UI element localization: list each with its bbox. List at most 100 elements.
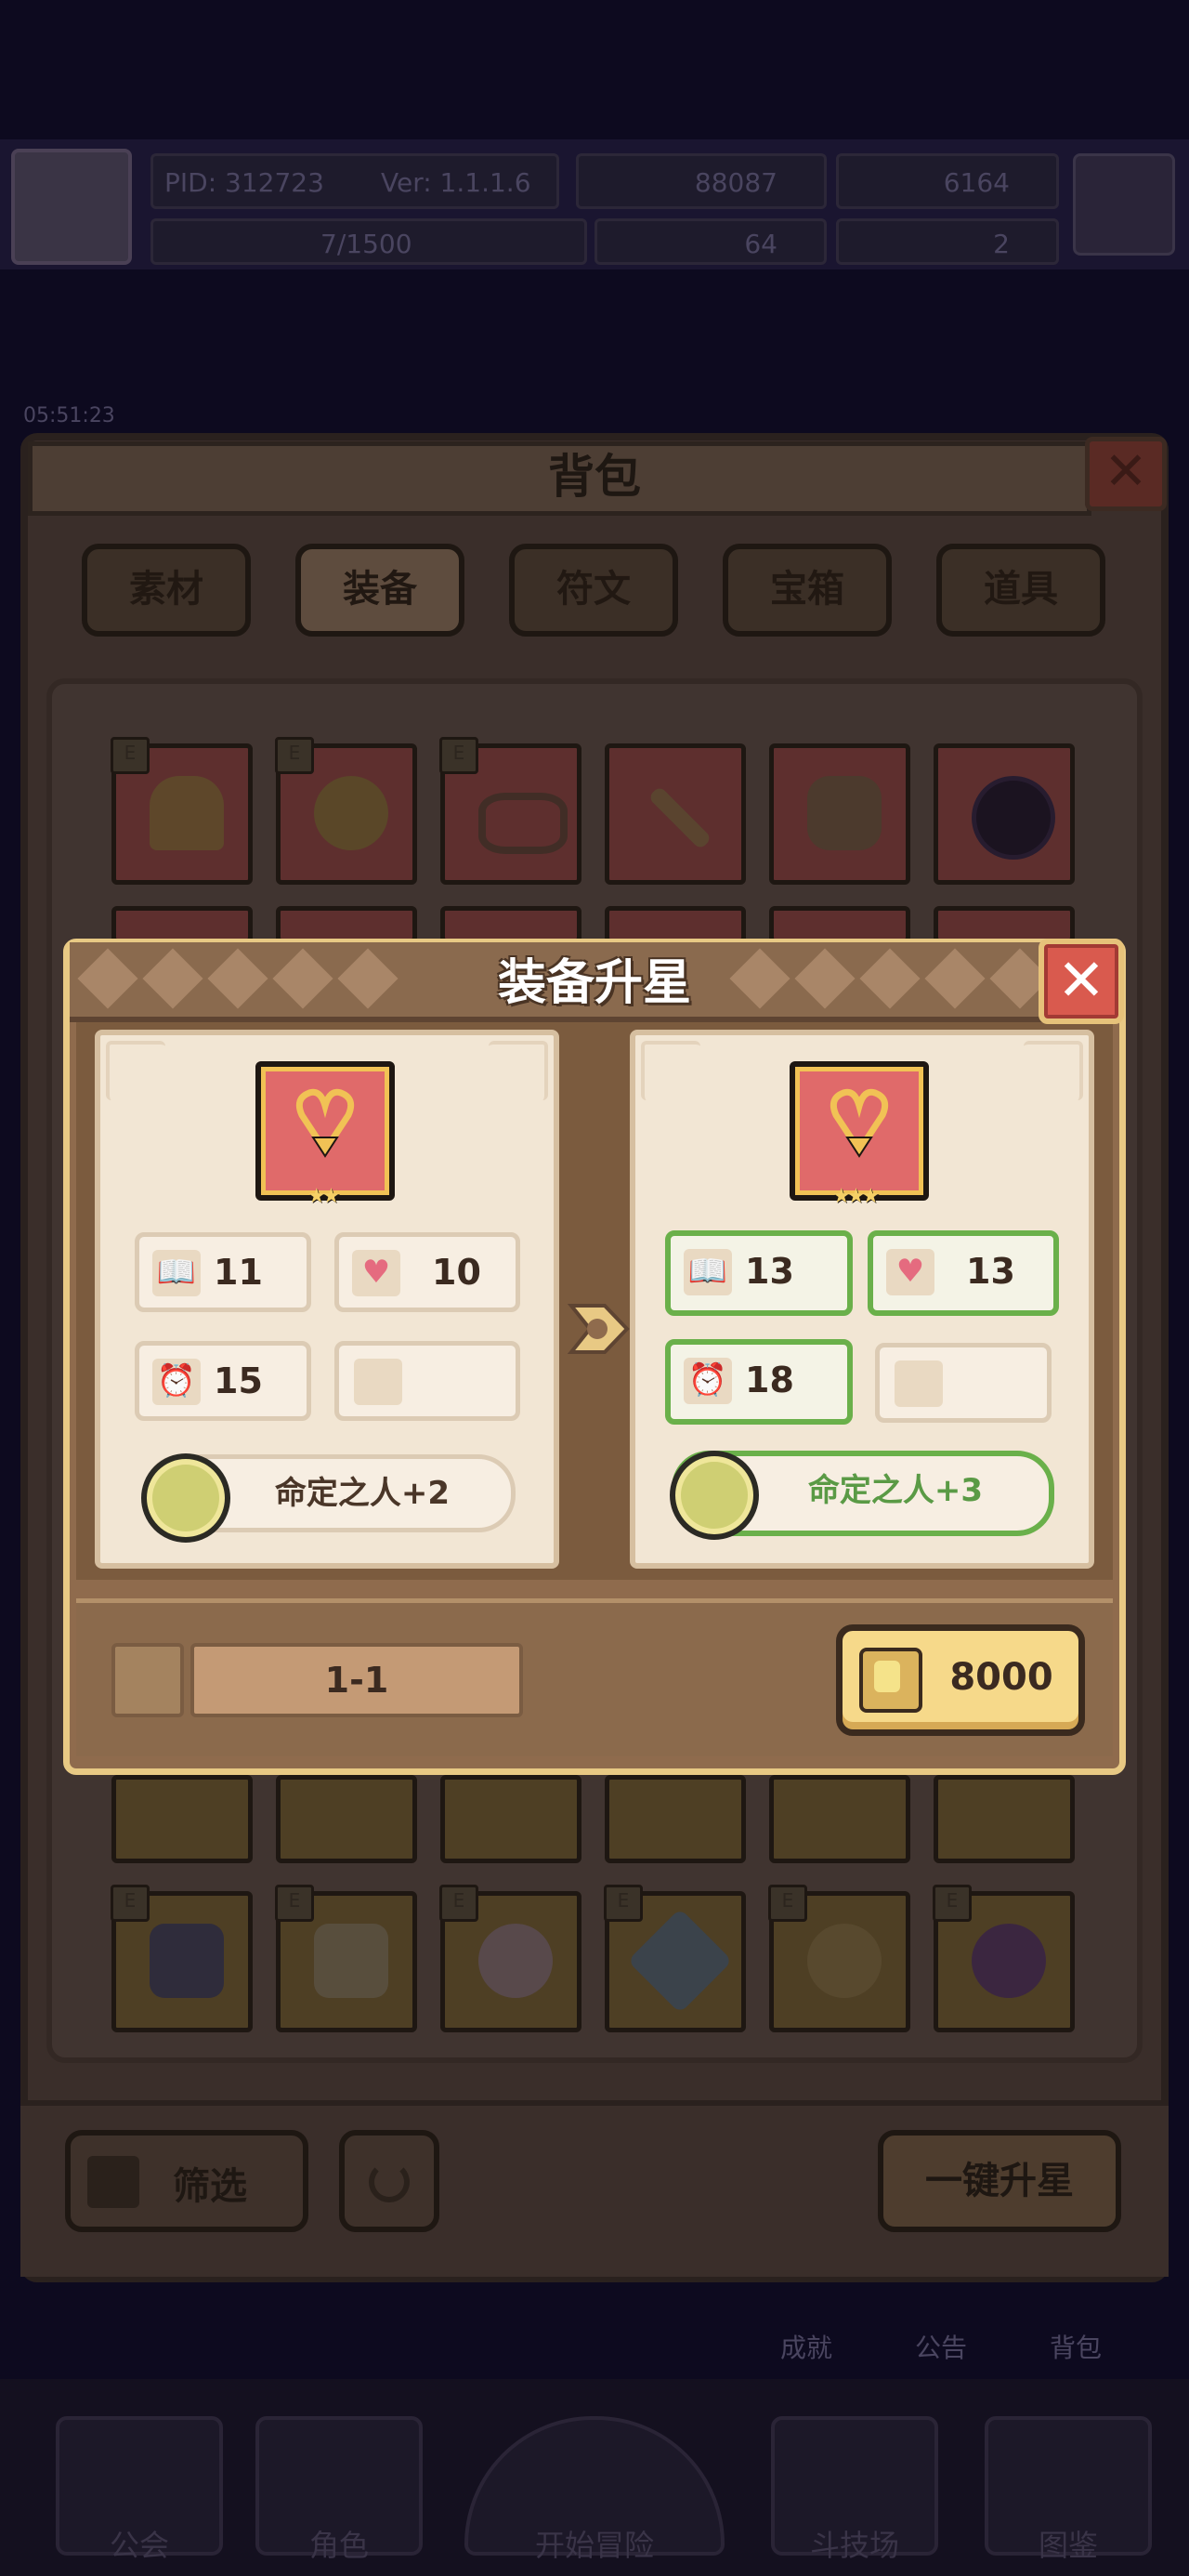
stat-value: 15 <box>214 1360 263 1401</box>
stat-value: 11 <box>214 1252 263 1293</box>
inventory-slot[interactable] <box>934 1775 1075 1863</box>
inventory-slot[interactable]: E <box>933 1885 1075 2032</box>
upgrade-arrow-icon <box>567 1304 630 1354</box>
heart-icon: ♥ <box>886 1249 934 1295</box>
heart-icon: ♥ <box>352 1250 400 1296</box>
inventory-slot[interactable] <box>934 906 1075 943</box>
equip-tag-icon: E <box>933 1885 972 1922</box>
inventory-slot[interactable] <box>276 1775 417 1863</box>
nav-codex[interactable]: 图鉴 <box>985 2416 1152 2563</box>
tab-runes[interactable]: 符文 <box>509 544 678 637</box>
exp-text: 7/1500 <box>320 229 412 259</box>
cost-amount: 8000 <box>949 1656 1053 1699</box>
inventory-slot[interactable] <box>769 1775 910 1863</box>
stage-label: 1-1 <box>190 1643 523 1717</box>
book-icon: 📖 <box>684 1249 732 1295</box>
heart-pendant-icon <box>295 1088 355 1158</box>
dialog-close-button[interactable]: ✕ <box>1039 939 1124 1024</box>
before-stat-health: ♥ 10 <box>334 1232 520 1312</box>
before-item-frame: ★★ <box>255 1061 395 1208</box>
gold-counter: 88087 <box>576 153 827 209</box>
equip-tag-icon: E <box>604 1885 643 1922</box>
equip-tag-icon: E <box>439 737 478 774</box>
inventory-slot[interactable] <box>605 1775 746 1863</box>
filter-label: 筛选 <box>173 2165 247 2208</box>
nav-arena[interactable]: 斗技场 <box>771 2416 938 2563</box>
equip-tag-icon: E <box>275 737 314 774</box>
inventory-slot[interactable] <box>769 743 910 885</box>
nav-guild[interactable]: 公会 <box>56 2416 223 2563</box>
inventory-slot[interactable]: E <box>604 1885 746 2032</box>
one-key-upgrade-button[interactable]: 一键升星 <box>878 2130 1121 2232</box>
potion-counter: 2 <box>836 218 1059 265</box>
refresh-button[interactable] <box>339 2130 439 2232</box>
before-stat-intelligence: 📖 11 <box>135 1232 311 1312</box>
amulet-icon <box>972 1924 1046 1998</box>
stat-value: 18 <box>745 1360 794 1400</box>
star-rating: ★★★ <box>832 1185 880 1208</box>
filter-button[interactable]: 筛选 <box>65 2130 308 2232</box>
star-rating: ★★ <box>307 1185 341 1208</box>
inventory-slot[interactable]: E <box>275 737 417 885</box>
refresh-icon <box>369 2162 410 2202</box>
equip-tag-icon: E <box>439 1885 478 1922</box>
before-stat-empty <box>334 1341 520 1421</box>
inventory-slot[interactable] <box>769 906 910 943</box>
inventory-slot[interactable] <box>440 1775 581 1863</box>
inventory-slot[interactable] <box>605 743 746 885</box>
nav-character[interactable]: 角色 <box>255 2416 423 2563</box>
inventory-slot[interactable]: E <box>111 737 253 885</box>
inventory-slot[interactable]: E <box>439 737 581 885</box>
inventory-slot[interactable]: E <box>275 1885 417 2032</box>
equip-tag-icon: E <box>768 1885 807 1922</box>
inventory-slot[interactable] <box>440 906 581 943</box>
backpack-close-button[interactable]: ✕ <box>1085 437 1167 511</box>
inventory-slot[interactable] <box>934 743 1075 885</box>
after-stat-health: ♥ 13 <box>868 1230 1059 1316</box>
inventory-slot[interactable]: E <box>768 1885 910 2032</box>
side-nav-notices[interactable]: 公告 <box>915 2328 967 2365</box>
equip-tag-icon: E <box>111 1885 150 1922</box>
empty-slot-icon <box>354 1359 402 1405</box>
side-nav-achievements[interactable]: 成就 <box>780 2328 832 2365</box>
gold-coin-icon <box>859 1648 922 1713</box>
boots-icon <box>150 1924 224 1998</box>
inventory-slot[interactable]: E <box>111 1885 253 2032</box>
inventory-slot[interactable]: E <box>439 1885 581 2032</box>
stat-value: 13 <box>966 1251 1015 1292</box>
settings-gear-icon[interactable] <box>1073 153 1175 256</box>
skill-medal-icon <box>141 1453 230 1543</box>
event-timer: 05:51:23 <box>23 404 115 427</box>
pid-bar: PID: 312723 Ver: 1.1.1.6 <box>150 153 559 209</box>
after-item-frame: ★★★ <box>790 1061 929 1208</box>
potion-value: 2 <box>993 229 1010 259</box>
inventory-slot[interactable] <box>276 906 417 943</box>
tab-materials[interactable]: 素材 <box>82 544 251 637</box>
tab-chests[interactable]: 宝箱 <box>723 544 892 637</box>
grid-icon <box>87 2156 139 2208</box>
cloak-icon <box>314 1924 388 1998</box>
skill-medal-icon <box>670 1451 759 1540</box>
armor-icon <box>807 776 882 850</box>
after-stat-empty <box>875 1343 1052 1423</box>
gem-value: 6164 <box>943 167 1010 198</box>
tab-equipment[interactable]: 装备 <box>295 544 464 637</box>
clock-icon: ⏰ <box>684 1358 732 1404</box>
stage-grid-icon <box>111 1643 184 1717</box>
heart-pendant-icon <box>830 1088 889 1158</box>
inventory-slot[interactable] <box>111 1775 253 1863</box>
after-skill: 命定之人+3 <box>670 1451 1054 1540</box>
wand-icon <box>647 785 712 850</box>
stat-value: 13 <box>745 1251 794 1292</box>
inventory-slot[interactable] <box>111 906 253 943</box>
side-nav-backpack[interactable]: 背包 <box>1050 2328 1102 2365</box>
equip-tag-icon: E <box>275 1885 314 1922</box>
orb-icon <box>972 776 1055 860</box>
inventory-slot[interactable] <box>605 906 746 943</box>
gem-counter: 6164 <box>836 153 1059 209</box>
tab-items[interactable]: 道具 <box>936 544 1105 637</box>
gold-value: 88087 <box>694 167 777 198</box>
skill-name: 命定之人+3 <box>807 1472 984 1509</box>
upgrade-cost-button[interactable]: 8000 <box>836 1624 1085 1736</box>
player-avatar[interactable] <box>11 149 132 265</box>
